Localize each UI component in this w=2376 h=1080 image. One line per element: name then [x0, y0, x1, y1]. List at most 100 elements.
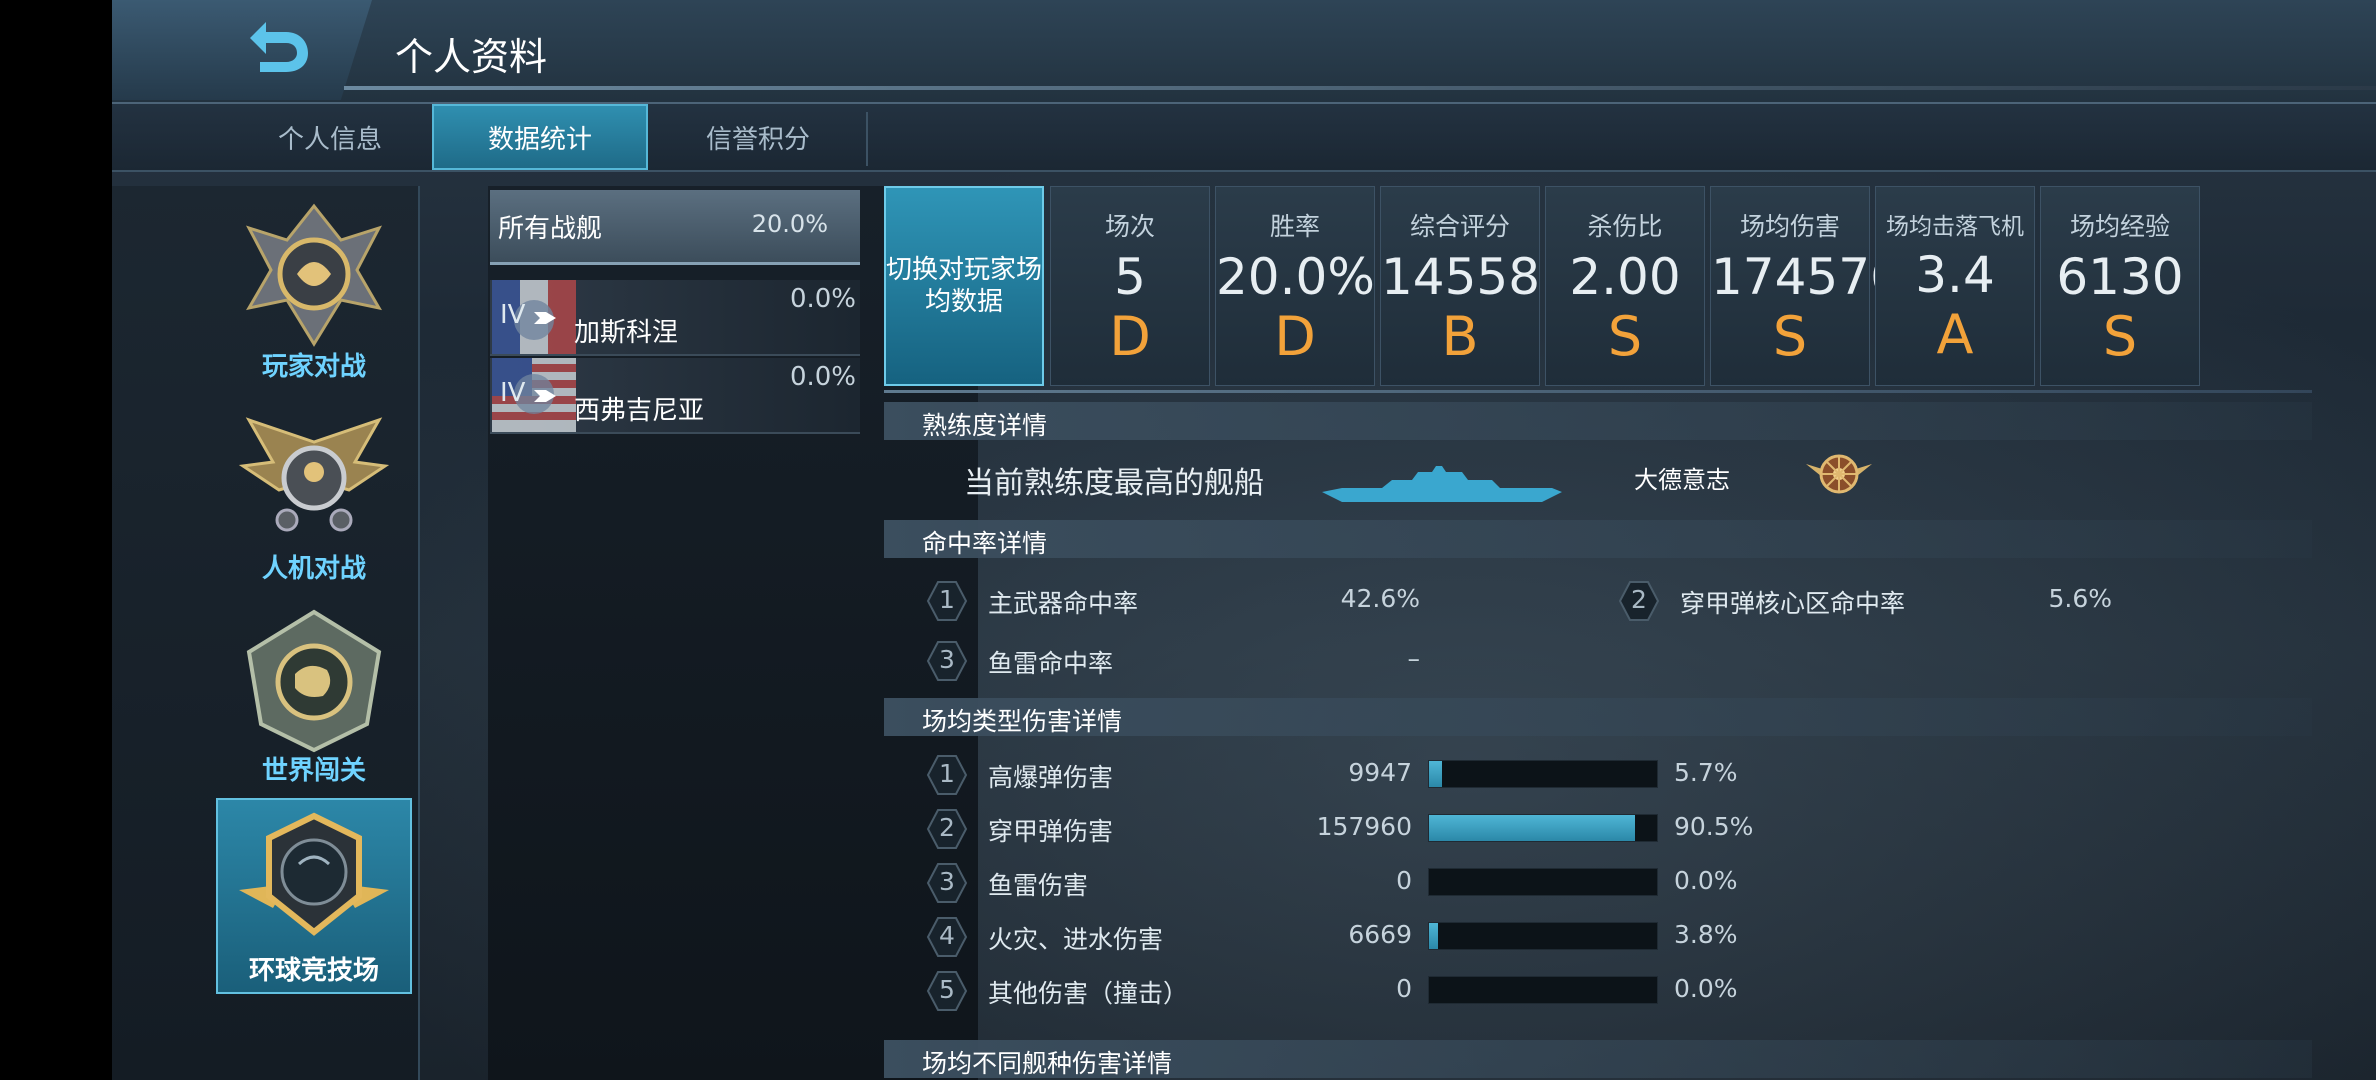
stat-label: 场次	[1104, 212, 1155, 241]
damage-value: 157960	[1316, 812, 1412, 841]
damage-label: 火灾、进水伤害	[988, 925, 1164, 954]
mode-label-pvp: 玩家对战	[261, 352, 366, 382]
profile-screen: 个人资料 个人信息 数据统计 信誉积分 玩家对战 人机对战 世界闯关 环球竞技场…	[112, 0, 2376, 1080]
ship-item[interactable]: IV 加斯科涅 0.0%	[490, 280, 860, 356]
page-title: 个人资料	[395, 35, 548, 79]
damage-bar	[1428, 922, 1658, 950]
damage-pct: 0.0%	[1674, 866, 1738, 895]
damage-pct: 0.0%	[1674, 974, 1738, 1003]
ship-tier: IV	[500, 300, 526, 330]
proficiency-rank-icon	[1806, 454, 1872, 494]
ship-all-pct: 20.0%	[751, 210, 828, 238]
stat-value: 14558	[1381, 248, 1541, 306]
section-accuracy: 命中率详情	[884, 520, 2312, 558]
mode-item-arena[interactable]: 环球竞技场	[216, 798, 412, 994]
damage-value: 0	[1396, 866, 1412, 895]
tab-personal-info[interactable]: 个人信息	[222, 104, 438, 170]
ship-pct: 0.0%	[789, 284, 856, 314]
row-number-badge: 1	[926, 580, 968, 622]
tab-credit-score[interactable]: 信誉积分	[650, 104, 866, 170]
stat-label: 场均击落飞机	[1886, 214, 2024, 240]
section-title: 熟练度详情	[922, 411, 1048, 440]
damage-bar-fill	[1429, 923, 1438, 949]
stat-overall-score: 综合评分 14558 B	[1380, 186, 1540, 386]
accuracy-label: 穿甲弹核心区命中率	[1680, 589, 1906, 618]
stat-kd-ratio: 杀伤比 2.00 S	[1545, 186, 1705, 386]
stat-battles: 场次 5 D	[1050, 186, 1210, 386]
stat-grade: D	[1109, 305, 1151, 368]
world-emblem-icon	[246, 609, 382, 753]
arena-emblem-icon	[239, 812, 389, 936]
ship-silhouette-icon	[1322, 466, 1562, 502]
stat-label: 场均伤害	[1739, 212, 1840, 241]
stat-avg-damage: 场均伤害 174576 S	[1710, 186, 1902, 386]
damage-bar	[1428, 868, 1658, 896]
damage-bar-fill	[1429, 815, 1636, 841]
ship-pct: 0.0%	[789, 362, 856, 392]
stat-avg-planes: 场均击落飞机 3.4 A	[1875, 186, 2035, 386]
mode-label-pve: 人机对战	[261, 554, 366, 584]
accuracy-label: 主武器命中率	[988, 589, 1139, 618]
row-number-badge: 2	[926, 808, 968, 850]
tab-bar: 个人信息 数据统计 信誉积分	[112, 104, 2376, 172]
stat-label: 场均经验	[2069, 212, 2170, 241]
tab-statistics[interactable]: 数据统计	[432, 104, 648, 170]
header-divider	[344, 86, 2376, 90]
damage-value: 6669	[1348, 920, 1412, 949]
mode-nav: 玩家对战 人机对战 世界闯关 环球竞技场	[112, 186, 420, 1080]
row-number-badge: 5	[926, 970, 968, 1012]
header-bar: 个人资料	[112, 0, 2376, 104]
stat-value: 2.00	[1569, 248, 1681, 306]
switch-pvp-average-button[interactable]: 切换对玩家场均数据	[884, 186, 1044, 386]
stat-value: 20.0%	[1216, 248, 1375, 306]
mode-label-world: 世界闯关	[261, 756, 366, 786]
stat-winrate: 胜率 20.0% D	[1215, 186, 1375, 386]
pve-emblem-icon	[238, 417, 390, 532]
mode-label-arena: 环球竞技场	[248, 956, 379, 986]
mode-item-world[interactable]: 世界闯关	[216, 600, 412, 796]
proficiency-ship-name: 大德意志	[1634, 466, 1730, 494]
damage-pct: 90.5%	[1674, 812, 1754, 841]
stat-label: 杀伤比	[1587, 212, 1663, 241]
mode-item-pvp[interactable]: 玩家对战	[216, 196, 412, 392]
mode-item-pve[interactable]: 人机对战	[216, 398, 412, 594]
stat-value: 174576	[1711, 248, 1902, 306]
ship-name: 加斯科涅	[574, 318, 679, 348]
stats-divider	[884, 390, 2312, 393]
stat-label: 胜率	[1269, 212, 1320, 241]
damage-label: 其他伤害（撞击）	[988, 979, 1189, 1008]
row-number-badge: 4	[926, 916, 968, 958]
back-arrow-icon[interactable]	[240, 16, 314, 76]
battleship-type-icon	[534, 312, 556, 324]
damage-label: 穿甲弹伤害	[988, 817, 1114, 846]
stat-value: 3.4	[1915, 246, 1995, 304]
stat-grade: S	[1772, 305, 1808, 368]
section-proficiency: 熟练度详情	[884, 402, 2312, 440]
section-damage-type: 场均类型伤害详情	[884, 698, 2312, 736]
row-number-badge: 2	[1618, 580, 1660, 622]
stat-grade: D	[1274, 305, 1316, 368]
accuracy-value: 5.6%	[2048, 584, 2112, 613]
stat-avg-exp: 场均经验 6130 S	[2040, 186, 2200, 386]
row-number-badge: 1	[926, 754, 968, 796]
stat-grade: A	[1936, 303, 1974, 366]
section-title: 场均类型伤害详情	[922, 707, 1123, 736]
row-number-badge: 3	[926, 640, 968, 682]
stat-grade: S	[2102, 305, 2138, 368]
ship-name: 西弗吉尼亚	[574, 396, 705, 426]
proficiency-label: 当前熟练度最高的舰船	[964, 466, 1264, 501]
ship-item-all[interactable]: 所有战舰 20.0%	[490, 190, 860, 265]
damage-bar	[1428, 976, 1658, 1004]
damage-value: 0	[1396, 974, 1412, 1003]
section-shiptype-damage: 场均不同舰种伤害详情	[884, 1040, 2312, 1078]
stat-label: 综合评分	[1409, 212, 1510, 241]
ship-tier: IV	[500, 378, 526, 408]
stat-value: 6130	[2056, 248, 2184, 306]
accuracy-value: 42.6%	[1340, 584, 1420, 613]
accuracy-label: 鱼雷命中率	[988, 649, 1114, 678]
ship-all-label: 所有战舰	[498, 214, 603, 244]
section-title: 命中率详情	[922, 529, 1048, 558]
tab-divider	[866, 112, 868, 166]
ship-item[interactable]: IV 西弗吉尼亚 0.0%	[490, 358, 860, 434]
section-title: 场均不同舰种伤害详情	[922, 1049, 1173, 1078]
